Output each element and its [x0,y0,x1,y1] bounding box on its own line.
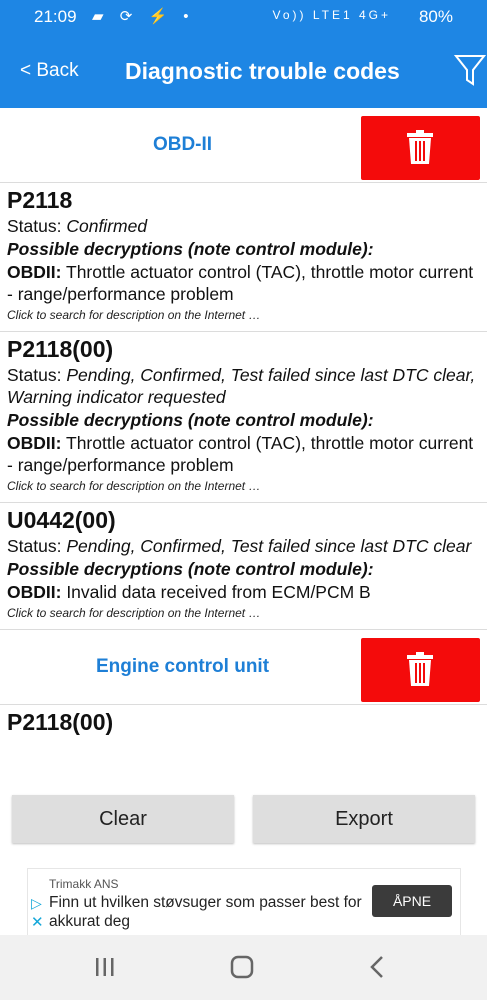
dtc-status: Status: Pending, Confirmed, Test failed … [7,536,472,556]
filter-icon[interactable] [454,52,486,88]
ad-open-button[interactable]: ÅPNE [372,885,452,917]
delete-button[interactable] [361,638,480,702]
battery-level: 80% [418,7,453,26]
dtc-list[interactable]: OBD-II P2118 Status: Confirmed Possible … [0,108,487,768]
dtc-description: OBDII: Throttle actuator control (TAC), … [7,262,474,304]
dtc-item[interactable]: P2118(00) Status: Pending, Confirmed, Te… [0,332,487,503]
notification-icons: ▰ ⟳ ⚡ • [92,8,195,25]
possible-decryptions-label: Possible decryptions (note control modul… [7,410,374,430]
trash-icon [407,652,433,686]
dtc-status: Status: Pending, Confirmed, Test failed … [7,365,476,407]
action-bar: Clear Export [0,768,487,868]
page-title: Diagnostic trouble codes [125,58,400,84]
status-time: 21:09 [34,7,77,26]
signal-label: Vo)) LTE1 4G+ [272,8,391,22]
group-header-obd2: OBD-II [0,108,487,183]
search-internet-link[interactable]: Click to search for description on the I… [7,305,479,325]
system-nav-bar [0,935,487,1000]
status-bar: 21:09 ▰ ⟳ ⚡ • Vo)) LTE1 4G+ 80% [0,0,487,34]
dtc-description: OBDII: Invalid data received from ECM/PC… [7,582,371,602]
ad-text: Finn ut hvilken støvsuger som passer bes… [49,894,362,930]
search-internet-link[interactable]: Click to search for description on the I… [7,476,479,496]
clear-button[interactable]: Clear [12,795,234,843]
ad-choices-icon[interactable]: ▷ [31,895,42,912]
delete-button[interactable] [361,116,480,180]
dtc-code: P2118 [7,187,73,213]
possible-decryptions-label: Possible decryptions (note control modul… [7,239,374,259]
ad-advertiser: Trimakk ANS [49,877,119,891]
dtc-code[interactable]: P2118(00) [0,705,487,739]
home-icon[interactable] [222,953,262,983]
recent-apps-icon[interactable] [85,953,125,983]
export-button[interactable]: Export [253,795,475,843]
dtc-item[interactable]: U0442(00) Status: Pending, Confirmed, Te… [0,503,487,630]
close-icon[interactable]: ✕ [31,913,44,931]
app-bar: < Back Diagnostic trouble codes [0,34,487,108]
dtc-item[interactable]: P2118 Status: Confirmed Possible decrypt… [0,183,487,332]
group-name: Engine control unit [95,656,270,677]
group-name: OBD-II [152,134,213,155]
dtc-code: P2118(00) [7,336,114,362]
group-header-engine-control-unit: Engine control unit [0,630,487,705]
dtc-status: Status: Confirmed [7,216,148,236]
ad-banner[interactable]: ▷ ✕ Trimakk ANS Finn ut hvilken støvsuge… [27,868,461,936]
back-button[interactable]: < Back [20,60,79,82]
dtc-code: U0442(00) [7,507,116,533]
trash-icon [407,130,433,164]
dtc-description: OBDII: Throttle actuator control (TAC), … [7,433,474,475]
possible-decryptions-label: Possible decryptions (note control modul… [7,559,374,579]
back-nav-icon[interactable] [358,953,398,983]
search-internet-link[interactable]: Click to search for description on the I… [7,603,479,623]
